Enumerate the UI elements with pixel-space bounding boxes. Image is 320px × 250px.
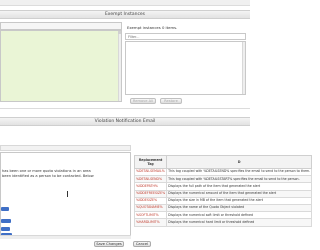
desc-cell: Displays the numerical hard limit or thr…	[166, 218, 313, 227]
exempt-list-scrollbar[interactable]	[242, 42, 245, 94]
table-row[interactable]: %DETAILSEMAIL% This tag coupled with %DET…	[133, 167, 313, 177]
table-header-row: Replacement Tag D	[133, 155, 313, 169]
table-row[interactable]: %HARDLIMIT% Displays the numerical hard l…	[133, 218, 313, 227]
desc-cell: Displays the size in MB of the item that…	[166, 196, 313, 205]
tag-cell: %DETAILSEMAIL%	[133, 167, 168, 177]
tag-chip-2[interactable]	[1, 219, 11, 223]
cancel-button[interactable]: Cancel	[133, 241, 151, 247]
exempt-instances-list[interactable]	[125, 41, 246, 95]
table-row[interactable]: %IDDESIZE% Displays the size in MB of the…	[133, 196, 313, 205]
col-replacement-tag: Replacement Tag	[133, 155, 168, 169]
table-row[interactable]: %SOFTLIMIT% Displays the numerical soft l…	[133, 211, 313, 220]
list-scroll-up-arrow[interactable]	[118, 31, 121, 34]
restore-button[interactable]: Restore	[160, 98, 182, 104]
desc-cell: Displays the name of the Quota Object vi…	[166, 203, 313, 213]
editor-toolbar	[0, 145, 131, 151]
desc-cell: This tag coupled with %DETAILSEND% speci…	[166, 167, 313, 177]
text-cursor-icon	[67, 191, 68, 197]
remove-all-button[interactable]: Remove All	[130, 98, 156, 104]
tag-cell: %QUOTANAME%	[133, 203, 168, 213]
editor-text-line-2: been identified as a person to be contac…	[2, 174, 94, 178]
exempt-filter-input[interactable]	[125, 33, 246, 40]
tag-cell: %IDDEPATH%	[133, 182, 168, 191]
desc-cell: This tag coupled with %DETAILSSTART% spe…	[166, 175, 313, 184]
top-strip	[0, 0, 250, 6]
tag-cell: %DETAILSEND%	[133, 175, 168, 184]
exempt-instances-label: Exempt instances 0 items.	[127, 25, 178, 30]
tag-chip-1[interactable]	[1, 207, 9, 211]
desc-cell: Displays the numerical amount of the ite…	[166, 189, 313, 198]
replacement-tags-table: Replacement Tag D %DETAILSEMAIL% This tag…	[133, 155, 313, 227]
available-instances-list[interactable]	[0, 30, 122, 102]
tag-cell: %IDDEFREESIZE%	[133, 189, 168, 198]
available-list-scrollbar[interactable]	[118, 31, 121, 101]
tag-cell: %SOFTLIMIT%	[133, 211, 168, 220]
desc-cell: Displays the numerical soft limit or thr…	[166, 211, 313, 220]
violation-email-title: Violation Notification Email	[94, 119, 156, 124]
editor-horizontal-scrollbar[interactable]	[0, 235, 131, 239]
available-list-header	[0, 22, 122, 30]
email-body-editor[interactable]: has been one or more quota violations in…	[0, 152, 131, 239]
col-description: D	[166, 155, 313, 169]
save-changes-button[interactable]: Save Changes	[94, 241, 124, 247]
table-row[interactable]: %QUOTANAME% Displays the name of the Quot…	[133, 203, 313, 213]
tag-cell: %HARDLIMIT%	[133, 218, 168, 227]
exempt-instances-title: Exempt Instances	[104, 12, 146, 17]
editor-text-line-1: has been one or more quota violations in…	[2, 169, 91, 173]
table-row[interactable]: %IDDEFREESIZE% Displays the numerical amo…	[133, 189, 313, 198]
violation-email-header[interactable]: Violation Notification Email	[0, 117, 250, 126]
tag-chip-3[interactable]	[1, 227, 10, 231]
table-row[interactable]: %DETAILSEND% This tag coupled with %DETAI…	[133, 175, 313, 184]
exempt-instances-header[interactable]: Exempt Instances	[0, 10, 250, 19]
desc-cell: Displays the full path of the item that …	[166, 182, 313, 191]
table-row[interactable]: %IDDEPATH% Displays the full path of the …	[133, 182, 313, 191]
tag-cell: %IDDESIZE%	[133, 196, 168, 205]
section-divider	[0, 108, 250, 109]
